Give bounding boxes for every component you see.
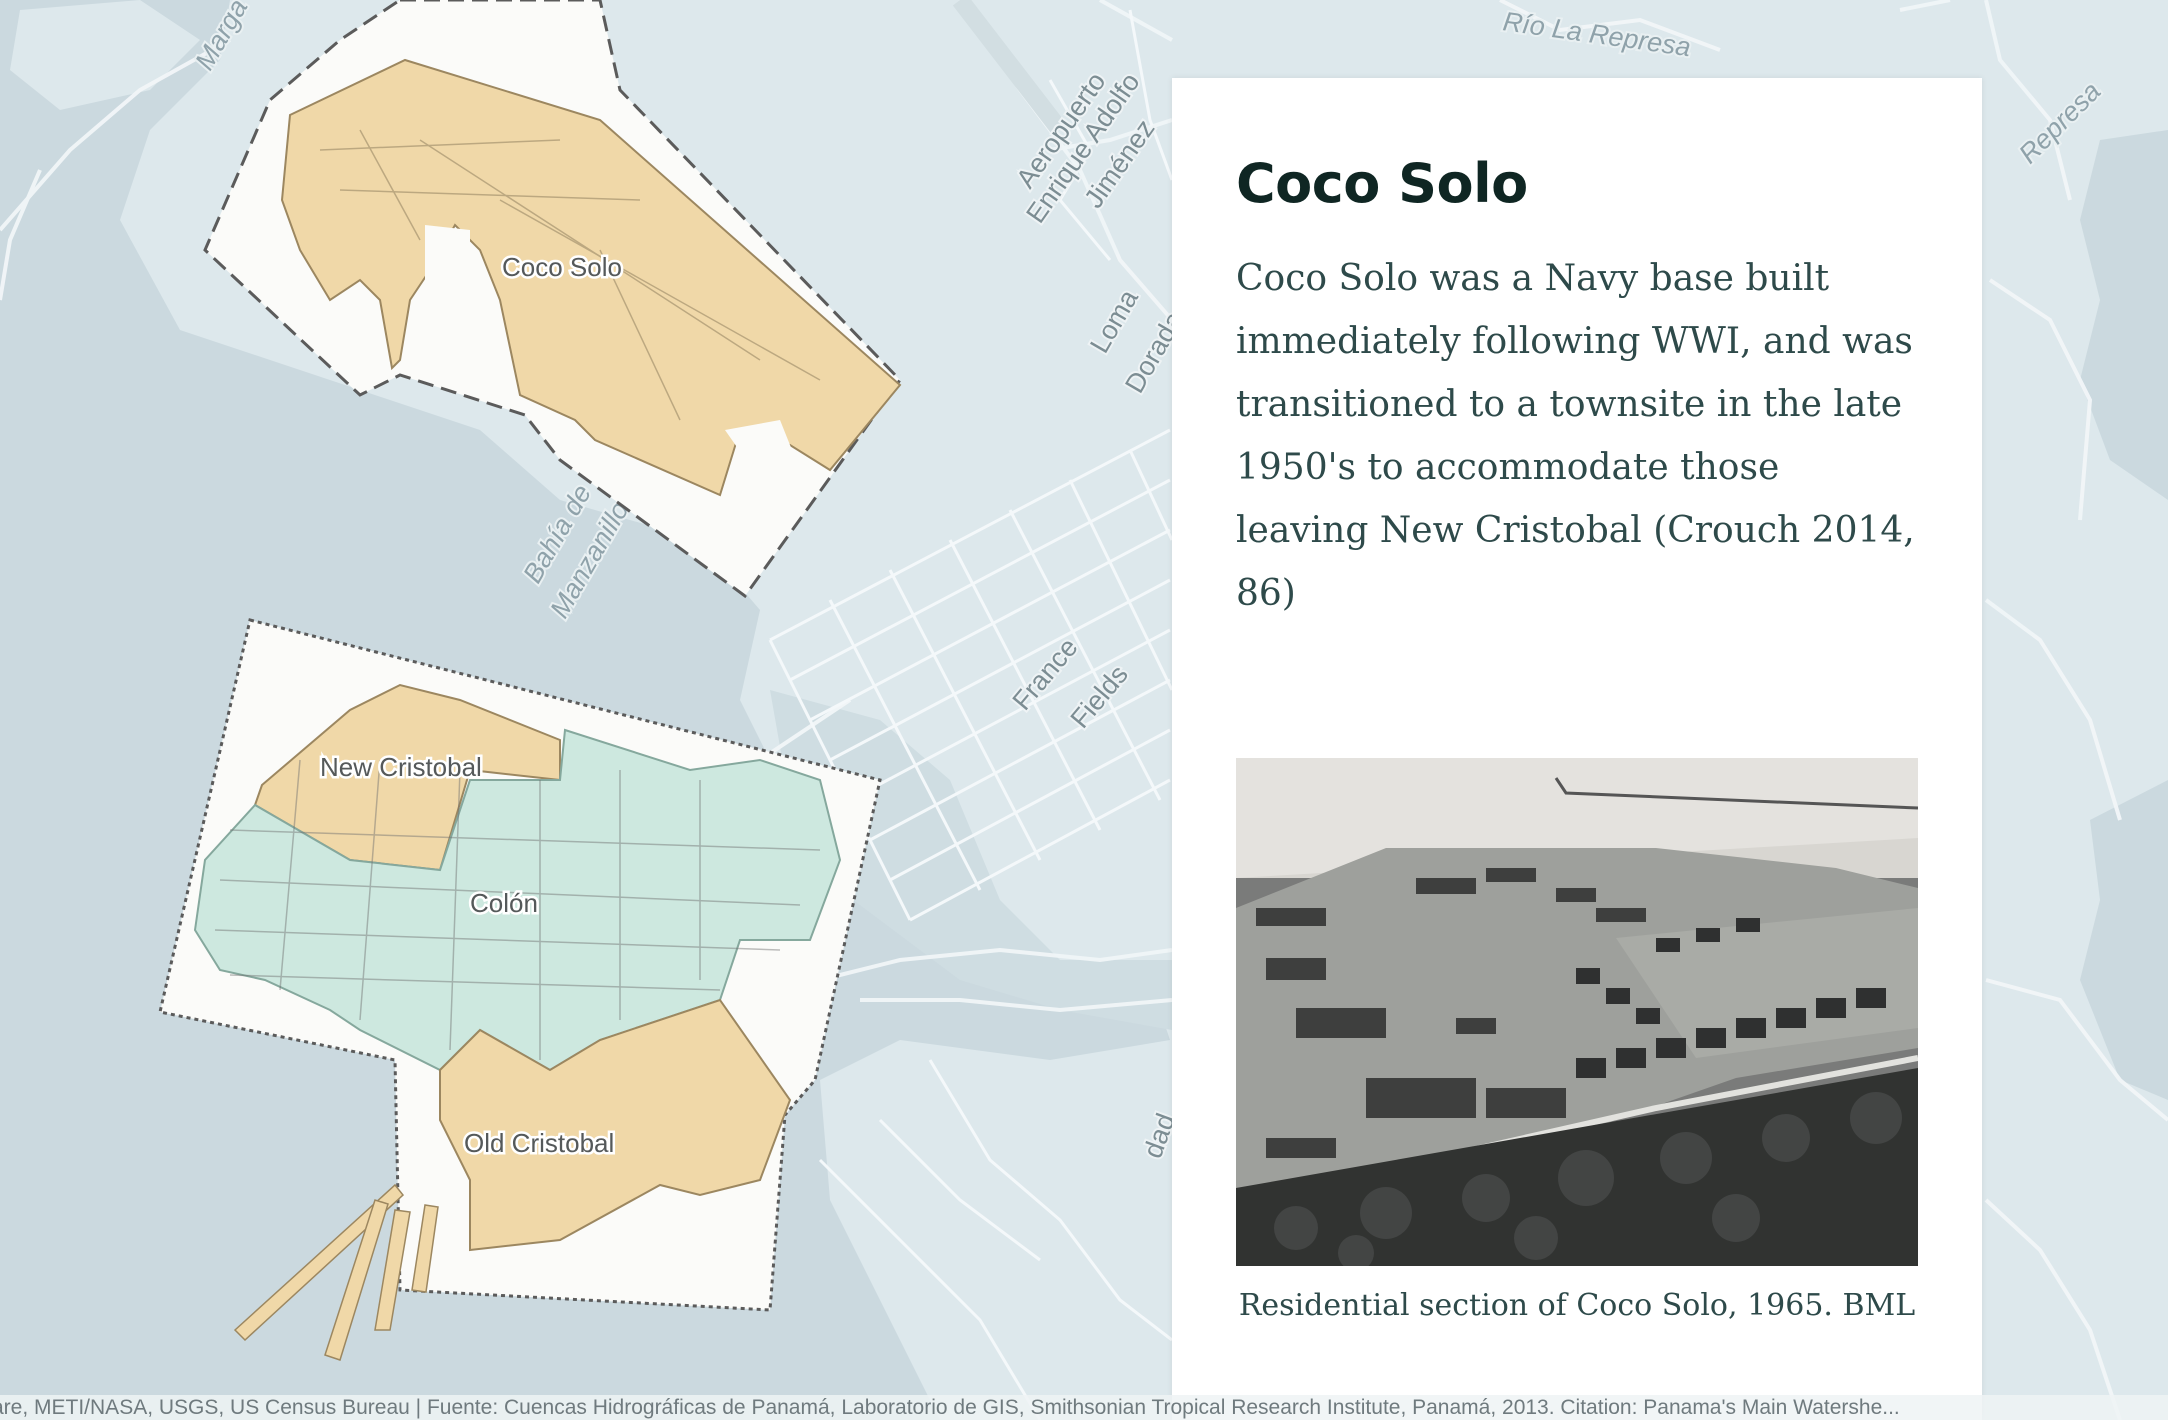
aerial-photo[interactable] xyxy=(1236,758,1918,1266)
old-cristobal-overlay-label: Old Cristobal xyxy=(464,1128,614,1158)
aerial-photo-drawing xyxy=(1236,758,1918,1266)
card-title: Coco Solo xyxy=(1236,152,1528,215)
coco-solo-overlay-label: Coco Solo xyxy=(502,252,622,282)
story-card: Coco Solo Coco Solo was a Navy base buil… xyxy=(1172,78,1982,1420)
colon-overlay-label: Colón xyxy=(470,888,538,918)
attribution-text: are, METI/NASA, USGS, US Census Bureau |… xyxy=(0,1396,1900,1419)
photo-caption: Residential section of Coco Solo, 1965. … xyxy=(1238,1288,1916,1323)
new-cristobal-overlay-label: New Cristobal xyxy=(320,752,482,782)
map-attribution: are, METI/NASA, USGS, US Census Bureau |… xyxy=(0,1395,2168,1420)
card-body: Coco Solo was a Navy base built immediat… xyxy=(1236,258,1915,615)
